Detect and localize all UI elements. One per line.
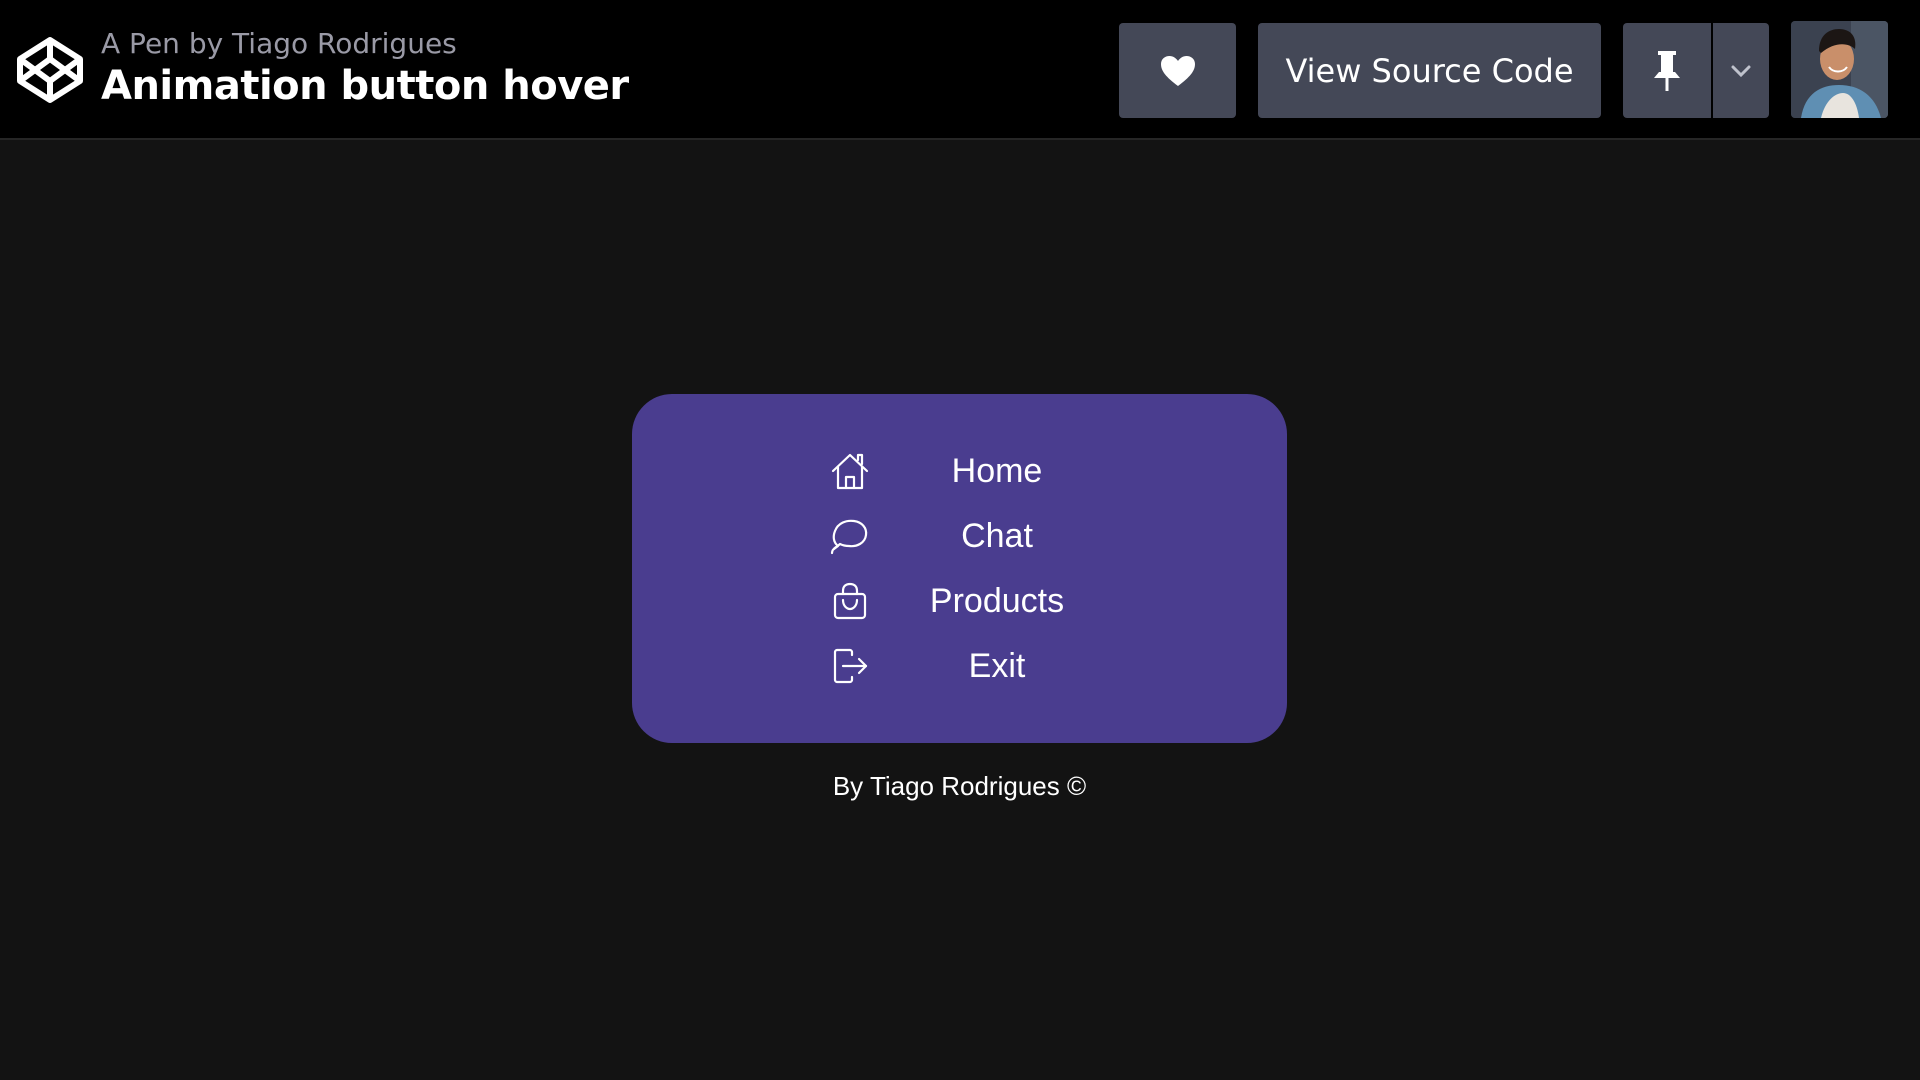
home-icon	[831, 453, 869, 490]
menu-item-products[interactable]: Products	[632, 571, 1287, 631]
view-source-button[interactable]: View Source Code	[1258, 23, 1601, 118]
menu-item-label: Products	[929, 582, 1065, 620]
menu-item-label: Home	[951, 452, 1043, 490]
user-avatar[interactable]	[1791, 21, 1888, 118]
menu-item-label: Exit	[968, 647, 1026, 685]
chevron-down-icon	[1731, 65, 1751, 77]
menu-item-chat[interactable]: Chat	[632, 506, 1287, 566]
top-bar: A Pen by Tiago Rodrigues Animation butto…	[0, 0, 1920, 140]
menu-item-home[interactable]: Home	[632, 441, 1287, 501]
footer-credit: By Tiago Rodrigues ©	[832, 771, 1087, 801]
chat-icon	[830, 519, 868, 555]
menu-item-label: Chat	[961, 517, 1033, 555]
pin-button[interactable]	[1623, 23, 1711, 118]
pin-icon	[1654, 50, 1680, 91]
pen-title: Animation button hover	[101, 63, 629, 109]
avatar-image	[1791, 21, 1888, 118]
shopping-bag-icon	[833, 582, 867, 620]
pen-author-line[interactable]: A Pen by Tiago Rodrigues	[101, 26, 629, 62]
codepen-logo-icon[interactable]	[16, 36, 84, 104]
menu-card: Home Chat Products Exit	[632, 394, 1287, 743]
menu-item-exit[interactable]: Exit	[632, 636, 1287, 696]
pin-dropdown-button[interactable]	[1713, 23, 1769, 118]
pen-title-block: A Pen by Tiago Rodrigues Animation butto…	[101, 26, 629, 110]
exit-icon	[833, 648, 868, 684]
like-button[interactable]	[1119, 23, 1236, 118]
heart-icon	[1160, 55, 1195, 86]
